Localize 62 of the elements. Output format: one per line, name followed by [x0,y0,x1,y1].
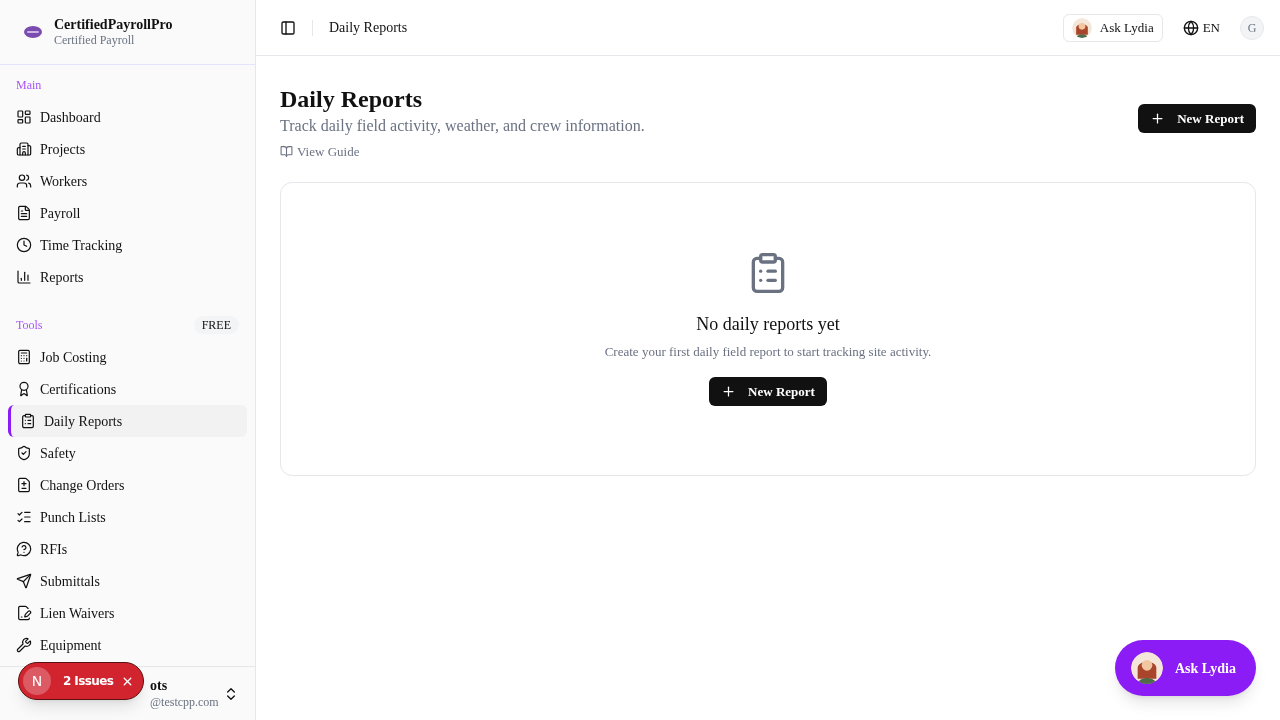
page-title: Daily Reports [280,85,423,114]
free-badge: FREE [193,316,239,334]
sidebar-item[interactable]: Job Costing [8,341,247,373]
dashboard-icon [16,109,32,125]
sidebar-item[interactable]: Projects [8,133,247,165]
logo-icon [24,26,42,38]
section-label: Main [16,77,42,94]
sidebar-item[interactable]: Time Tracking [8,229,247,261]
plus-icon [721,384,737,400]
sidebar-item[interactable]: Reports [8,261,247,293]
sidebar-item[interactable]: Lien Waivers [8,597,247,629]
breadcrumb: Daily Reports [329,19,408,37]
document-plus-minus-icon [16,477,32,493]
issues-label: 2 Issues [63,673,114,690]
sidebar-item[interactable]: Punch Lists [8,501,247,533]
book-icon [280,145,293,159]
sidebar-item[interactable]: Change Orders [8,469,247,501]
sidebar-item[interactable]: Payroll [8,197,247,229]
document-icon [16,205,32,221]
sidebar-item[interactable]: Daily Reports [8,405,247,437]
language-button[interactable]: EN [1182,17,1220,38]
new-report-button[interactable]: New Report [1138,104,1256,133]
sidebar-item[interactable]: RFIs [8,533,247,565]
brand-name: CertifiedPayrollPro [54,15,173,34]
new-report-button[interactable]: New Report [709,377,827,407]
empty-description: Create your first daily field report to start tracking site activity. [604,342,932,361]
sidebar-toggle-icon[interactable] [280,19,296,36]
checklist-icon [16,509,32,525]
sidebar-item[interactable]: Safety [8,437,247,469]
clipboard-icon [20,413,36,429]
calculator-icon [16,349,32,365]
empty-title: No daily reports yet [696,312,840,336]
award-icon [16,381,32,397]
brand-subtitle: Certified Payroll [54,33,136,49]
clock-icon [16,237,32,253]
building-icon [16,141,32,157]
user-name: ots [150,677,169,695]
issues-initial: N [23,667,51,695]
user-avatar[interactable]: G [1240,15,1264,40]
ask-lydia-button[interactable]: Ask Lydia [1062,13,1163,42]
sidebar-item[interactable]: Equipment [8,629,247,661]
globe-icon [1182,19,1199,36]
assistant-avatar-icon [1071,17,1092,38]
view-guide-link[interactable]: View Guide [280,142,645,162]
shield-icon [16,445,32,461]
send-icon [16,573,32,589]
assistant-avatar-icon [1130,652,1163,684]
question-bubble-icon [16,541,32,557]
sidebar-item[interactable]: Certifications [8,373,247,405]
wrench-icon [16,637,32,653]
sidebar-item[interactable]: Submittals [8,565,247,597]
page-subtitle: Track daily field activity, weather, and crew information. [280,116,645,137]
sidebar-item[interactable]: Workers [8,165,247,197]
plus-icon [1150,111,1166,126]
user-email: @testcpp.com [150,694,219,710]
section-label: Tools [16,317,43,334]
issues-toast[interactable]: N 2 Issues [18,662,144,700]
document-signature-icon [16,605,32,621]
ask-lydia-floating-button[interactable]: Ask Lydia [1114,640,1256,696]
sidebar-item[interactable]: Dashboard [8,101,247,133]
bar-chart-icon [16,269,32,285]
users-icon [16,173,32,189]
